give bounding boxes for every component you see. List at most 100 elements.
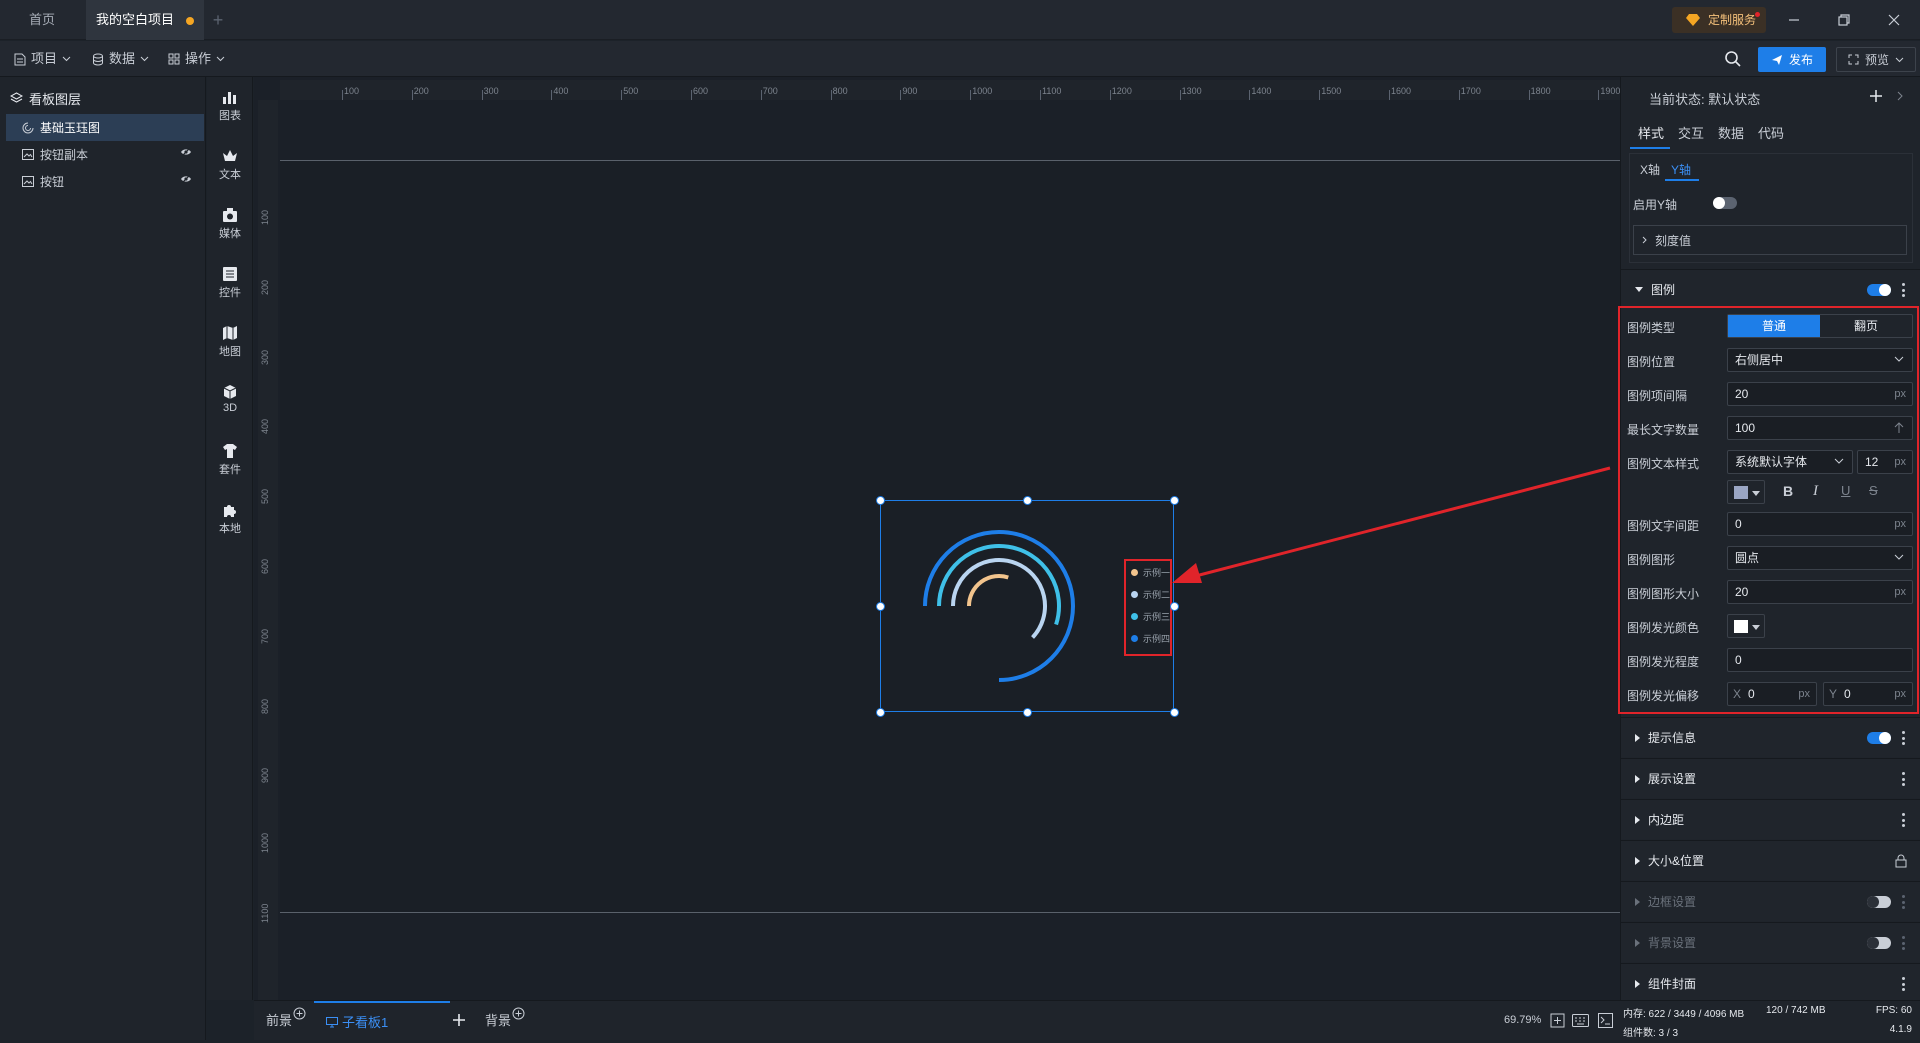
- more-icon[interactable]: [1902, 895, 1905, 909]
- close-icon[interactable]: [1884, 10, 1904, 30]
- component-3d[interactable]: 3D: [207, 384, 253, 414]
- resize-handle[interactable]: [1170, 602, 1179, 611]
- legend-dot: [1131, 569, 1138, 576]
- add-circle-icon[interactable]: [293, 1007, 306, 1020]
- add-state-icon[interactable]: [1869, 89, 1883, 103]
- resize-handle[interactable]: [876, 496, 885, 505]
- size-position-section-header[interactable]: 大小&位置: [1621, 840, 1920, 880]
- resize-handle[interactable]: [1023, 708, 1032, 717]
- tab-foreground[interactable]: 前景: [266, 1001, 292, 1041]
- border-section-header[interactable]: 边框设置: [1621, 881, 1920, 921]
- legend-toggle[interactable]: [1867, 284, 1891, 296]
- resize-handle[interactable]: [1170, 708, 1179, 717]
- preview-button[interactable]: 预览: [1836, 47, 1916, 72]
- selected-widget-frame[interactable]: 示例一 示例二 示例三 示例四: [880, 500, 1174, 712]
- more-icon[interactable]: [1902, 977, 1905, 991]
- add-circle-icon[interactable]: [512, 1007, 525, 1020]
- tab-project[interactable]: 我的空白项目: [86, 0, 204, 40]
- component-control[interactable]: 控件: [207, 266, 253, 300]
- more-icon[interactable]: [1902, 772, 1905, 786]
- lock-icon[interactable]: [1895, 854, 1907, 868]
- layer-item-button-copy[interactable]: 按钮副本: [6, 141, 204, 168]
- resize-handle[interactable]: [876, 708, 885, 717]
- fit-screen-icon[interactable]: [1550, 1013, 1565, 1028]
- custom-service-button[interactable]: 定制服务: [1672, 7, 1766, 33]
- menu-operation[interactable]: 操作: [168, 41, 225, 77]
- ruler-tick-label: 1600: [1391, 86, 1412, 96]
- minimize-icon[interactable]: [1784, 10, 1804, 30]
- tab-interaction[interactable]: 交互: [1678, 123, 1704, 142]
- eye-hidden-icon[interactable]: [180, 174, 192, 184]
- add-subboard-button[interactable]: [452, 1013, 466, 1027]
- tab-code[interactable]: 代码: [1758, 123, 1784, 142]
- ruler-tick-label: 700: [260, 628, 270, 644]
- chevron-right-icon[interactable]: [1897, 91, 1903, 101]
- chevron-right-icon: [1642, 236, 1647, 244]
- cover-section-header[interactable]: 组件封面: [1621, 963, 1920, 1003]
- legend-item: 示例三: [1131, 610, 1170, 623]
- tab-x-axis[interactable]: X轴: [1640, 161, 1660, 178]
- legend-section-header[interactable]: 图例: [1621, 269, 1920, 309]
- grid-icon: [168, 53, 180, 65]
- ruler-top: 100 200 300 400 500 600 700 800 900 1000 1100 1200 1…: [280, 80, 1620, 100]
- ruler-tick-label: 1200: [1111, 86, 1132, 96]
- component-media[interactable]: 媒体: [207, 207, 253, 241]
- ruler-tick-label: 300: [483, 86, 499, 96]
- resize-handle[interactable]: [1023, 496, 1032, 505]
- enable-y-axis-label: 启用Y轴: [1633, 198, 1678, 212]
- background-section-header[interactable]: 背景设置: [1621, 922, 1920, 962]
- more-icon[interactable]: [1902, 936, 1905, 950]
- tab-subboard-1[interactable]: 子看板1: [314, 1001, 450, 1041]
- ruler-tick-label: 400: [553, 86, 569, 96]
- tab-data[interactable]: 数据: [1718, 123, 1744, 142]
- keyboard-icon[interactable]: [1572, 1014, 1589, 1027]
- ruler-tick-label: 700: [762, 86, 778, 96]
- document-icon: [14, 53, 26, 65]
- resize-handle[interactable]: [876, 602, 885, 611]
- memory-status: 内存: 622 / 3449 / 4096 MB: [1623, 1009, 1745, 1020]
- tab-style[interactable]: 样式: [1638, 123, 1664, 142]
- publish-button[interactable]: 发布: [1758, 47, 1826, 72]
- background-toggle[interactable]: [1867, 937, 1891, 949]
- layer-panel-title: 看板图层: [10, 89, 81, 108]
- more-icon[interactable]: [1902, 283, 1905, 297]
- terminal-icon[interactable]: [1598, 1013, 1613, 1028]
- component-kit[interactable]: 套件: [207, 443, 253, 477]
- monitor-icon: [326, 1017, 338, 1028]
- border-toggle[interactable]: [1867, 896, 1891, 908]
- tick-value-collapse[interactable]: 刻度值: [1633, 225, 1907, 255]
- tooltip-toggle[interactable]: [1867, 732, 1891, 744]
- layer-item-basic-jade-chart[interactable]: 基础玉珏图: [6, 114, 204, 141]
- menu-data[interactable]: 数据: [92, 41, 149, 77]
- display-settings-section-header[interactable]: 展示设置: [1621, 758, 1920, 798]
- ruler-tick: [1528, 90, 1530, 100]
- more-icon[interactable]: [1902, 731, 1905, 745]
- restore-icon[interactable]: [1834, 10, 1854, 30]
- ring-arc: [923, 530, 1075, 682]
- menu-project[interactable]: 项目: [14, 41, 71, 77]
- layer-item-button[interactable]: 按钮: [6, 168, 204, 195]
- new-tab-button[interactable]: +: [208, 10, 228, 30]
- enable-y-axis-toggle[interactable]: [1713, 197, 1737, 209]
- legend-label: 示例四: [1143, 634, 1171, 644]
- zoom-level[interactable]: 69.79%: [1504, 1014, 1541, 1026]
- search-icon[interactable]: [1724, 50, 1742, 68]
- ruler-tick: [1109, 90, 1111, 100]
- ruler-tick-label: 1400: [1251, 86, 1272, 96]
- ruler-tick: [551, 90, 553, 100]
- component-local[interactable]: 本地: [207, 502, 253, 536]
- tab-home[interactable]: 首页: [0, 0, 84, 40]
- eye-hidden-icon[interactable]: [180, 147, 192, 157]
- ruler-tick-label: 300: [260, 349, 270, 365]
- more-icon[interactable]: [1902, 813, 1905, 827]
- tab-background[interactable]: 背景: [485, 1001, 511, 1041]
- component-chart[interactable]: 图表: [207, 89, 253, 123]
- tab-y-axis[interactable]: Y轴: [1671, 161, 1691, 178]
- component-sidebar: 图表 文本 媒体 控件 地图 3D 套件 本地: [207, 77, 253, 1000]
- legend-item: 示例四: [1131, 632, 1170, 645]
- padding-section-header[interactable]: 内边距: [1621, 799, 1920, 839]
- component-text[interactable]: 文本: [207, 148, 253, 182]
- cube-icon: [223, 385, 237, 399]
- tooltip-section-header[interactable]: 提示信息: [1621, 717, 1920, 757]
- component-map[interactable]: 地图: [207, 325, 253, 359]
